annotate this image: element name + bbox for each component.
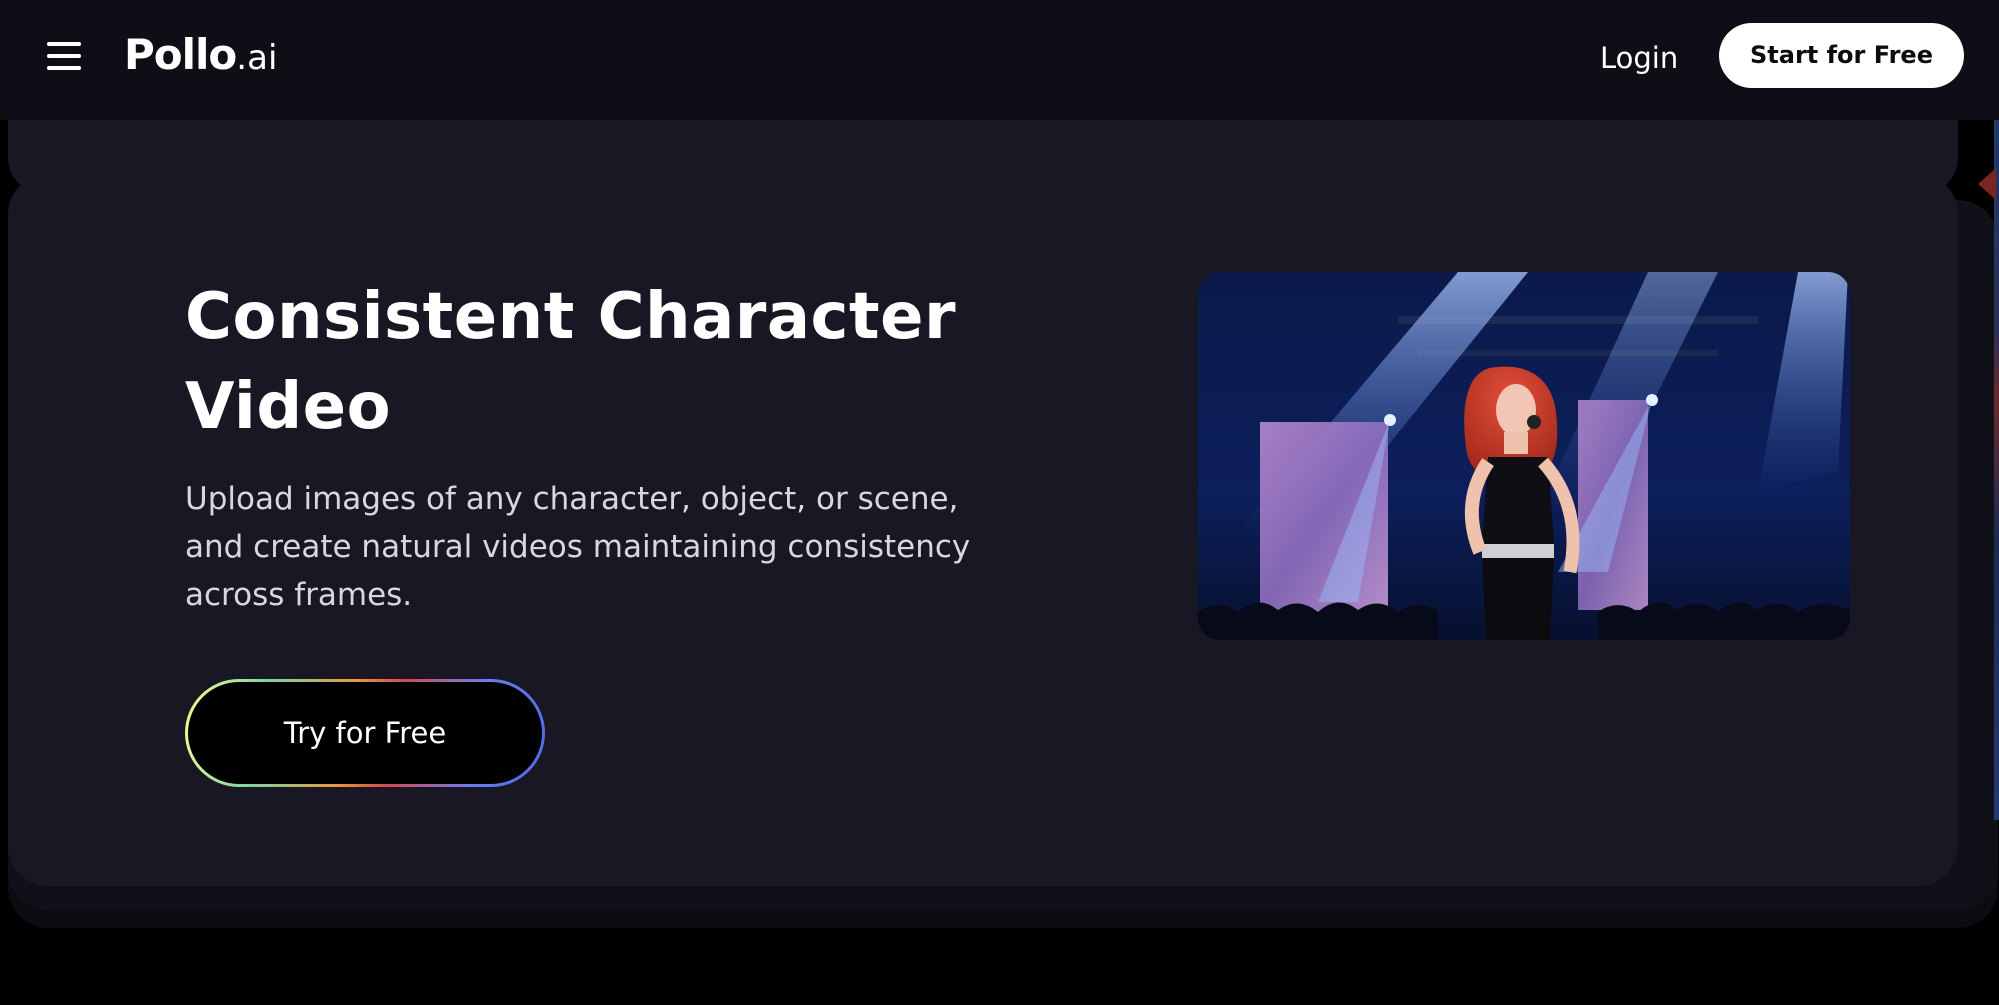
try-for-free-button[interactable]: Try for Free — [185, 679, 545, 787]
top-navigation-bar: Pollo .ai Login Start for Free — [0, 0, 1999, 120]
logo-suffix: .ai — [236, 38, 278, 78]
concert-scene-illustration — [1198, 272, 1850, 640]
menu-line — [47, 66, 81, 70]
logo-wordmark: Pollo — [124, 30, 237, 79]
adjacent-card-marker — [1978, 168, 1996, 200]
concert-singer-image — [1198, 272, 1850, 640]
menu-line — [47, 54, 81, 58]
try-for-free-label: Try for Free — [188, 682, 542, 784]
login-link[interactable]: Login — [1600, 36, 1678, 80]
start-for-free-button[interactable]: Start for Free — [1719, 23, 1964, 88]
feature-title: Consistent Character Video — [185, 280, 957, 444]
hamburger-menu-icon[interactable] — [44, 38, 84, 74]
feature-description: Upload images of any character, object, … — [185, 481, 971, 613]
menu-line — [47, 42, 81, 46]
page: Pollo .ai Login Start for Free Consisten… — [0, 0, 1999, 1005]
pollo-logo[interactable]: Pollo .ai — [124, 30, 277, 86]
adjacent-card-edge — [1994, 120, 1999, 820]
